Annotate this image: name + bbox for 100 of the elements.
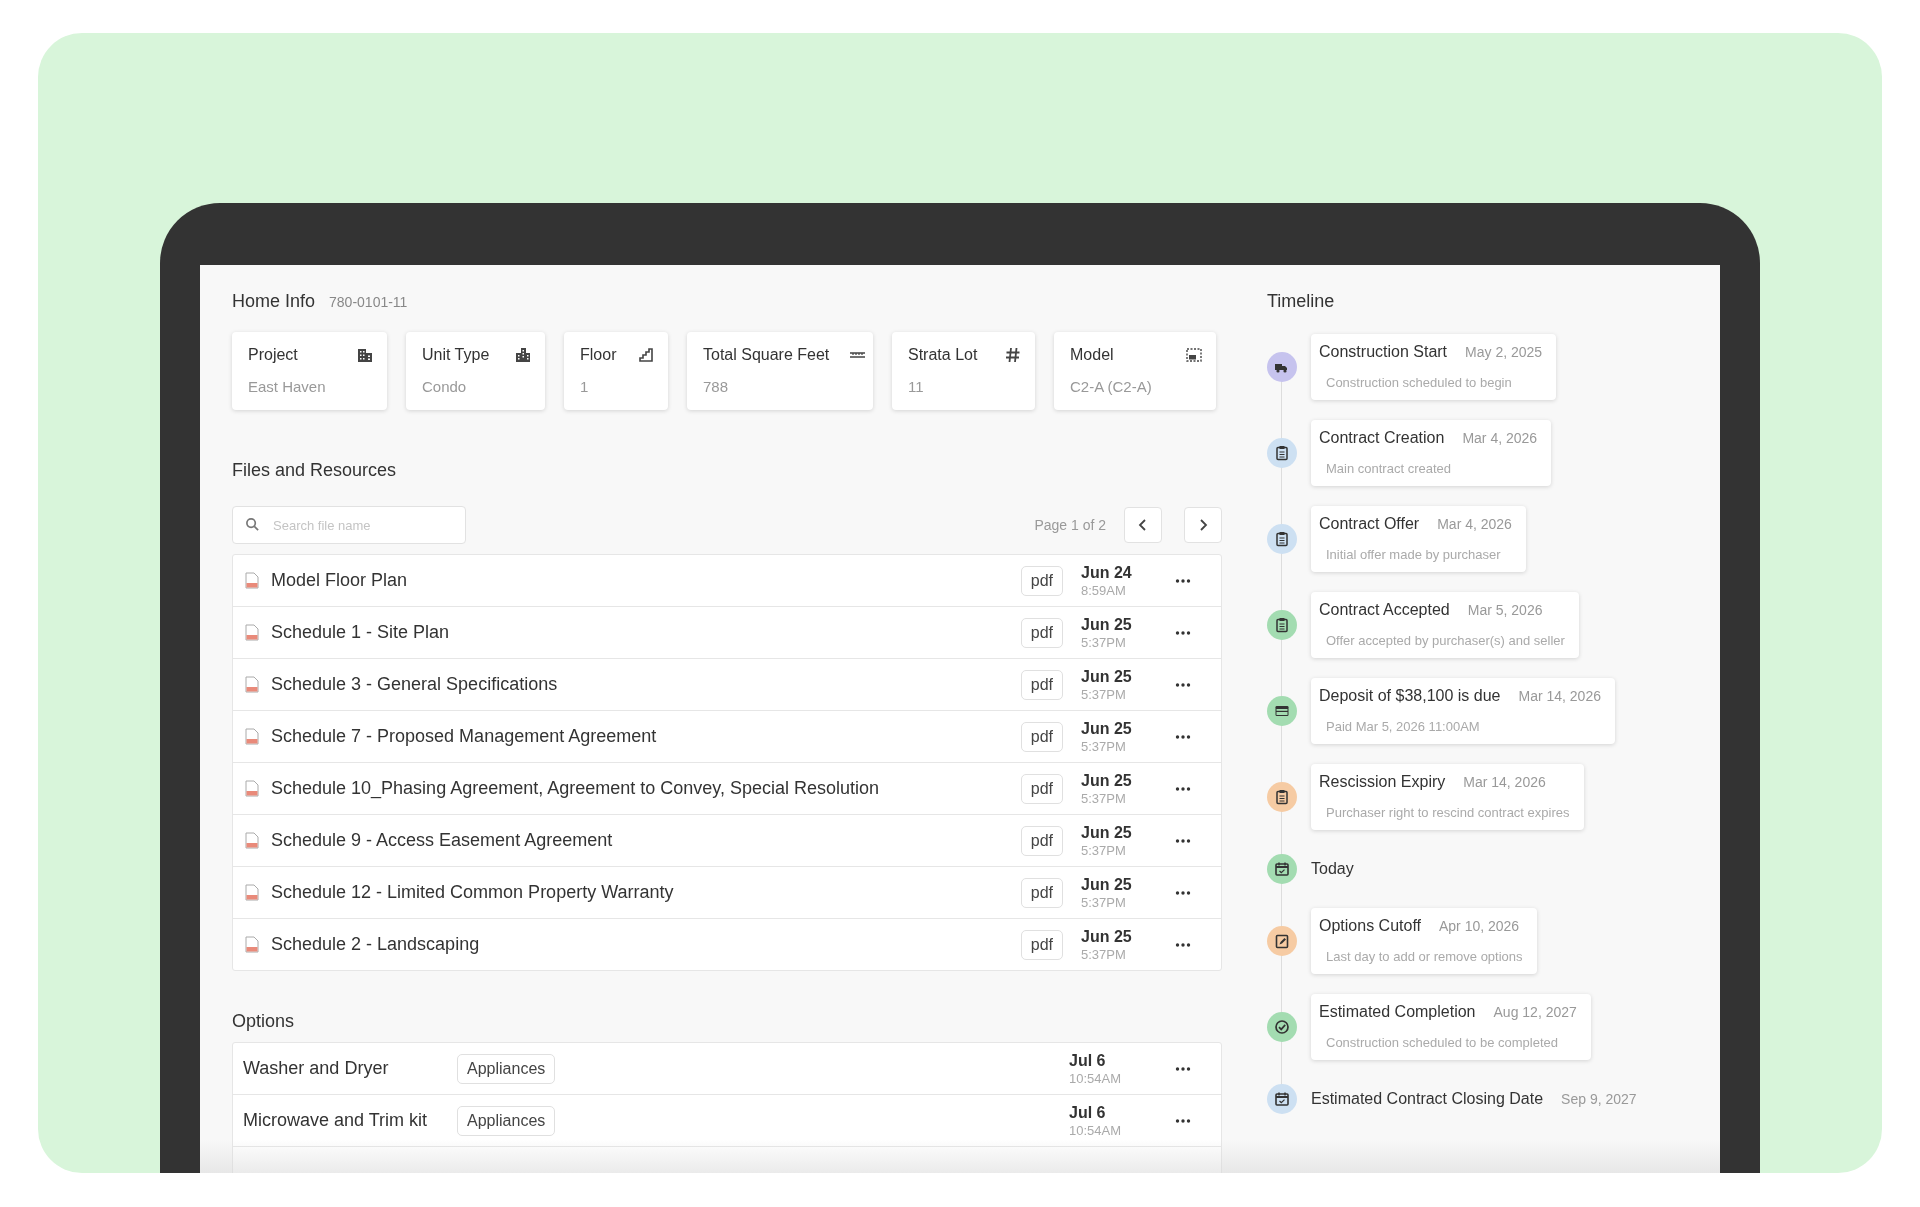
event-description: Offer accepted by purchaser(s) and seller [1325, 633, 1565, 648]
clipboard-icon [1274, 617, 1290, 633]
event-date: Sep 9, 2027 [1561, 1091, 1637, 1107]
file-name: Schedule 1 - Site Plan [271, 622, 451, 643]
card-label: Model [1070, 346, 1114, 364]
card-label: Floor [580, 346, 617, 364]
building-icon [357, 347, 373, 363]
more-icon [1175, 578, 1191, 583]
more-icon [1175, 786, 1191, 791]
event-date: Mar 14, 2026 [1518, 688, 1601, 704]
file-type-tag: pdf [1020, 773, 1063, 804]
file-name: Schedule 9 - Access Easement Agreement [271, 830, 614, 851]
section-title: Timeline [1267, 291, 1336, 312]
file-icon [245, 936, 259, 953]
event-title: Estimated Completion [1319, 1003, 1476, 1021]
file-date: Jun 25 [1081, 927, 1133, 946]
previous-page-button[interactable] [1124, 507, 1162, 543]
option-name: Washer and Dryer [243, 1058, 390, 1079]
file-name: Schedule 2 - Landscaping [271, 934, 481, 955]
clipboard-icon [1274, 789, 1290, 805]
file-name: Schedule 10_Phasing Agreement, Agreement to Convey, Special Resolution [271, 778, 881, 799]
event-description: Initial offer made by purchaser [1325, 547, 1502, 562]
page-indicator: Page 1 of 2 [1034, 517, 1106, 533]
file-date: Jun 25 [1081, 875, 1133, 894]
file-row[interactable]: Schedule 12 - Limited Common Property Warranty pdf Jun 25 5:37PM [233, 867, 1221, 919]
file-icon [245, 780, 259, 797]
file-icon [245, 572, 259, 589]
file-time: 5:37PM [1081, 738, 1127, 754]
event-date: Apr 10, 2026 [1439, 918, 1520, 934]
section-title: Files and Resources [232, 460, 398, 481]
file-date: Jun 25 [1081, 823, 1133, 842]
event-title: Construction Start [1319, 343, 1448, 361]
file-time: 5:37PM [1081, 894, 1127, 910]
card-value: 1 [580, 378, 590, 395]
clipboard-icon [1274, 531, 1290, 547]
file-time: 10:54AM [1069, 1122, 1123, 1138]
event-date: Mar 4, 2026 [1437, 516, 1512, 532]
next-page-button[interactable] [1184, 507, 1222, 543]
edit-icon [1274, 933, 1290, 949]
event-title: Contract Accepted [1319, 601, 1450, 619]
event-date: May 2, 2025 [1465, 344, 1543, 360]
file-time: 10:54AM [1069, 1070, 1123, 1086]
file-type-tag: pdf [1020, 825, 1063, 856]
file-time: 8:59AM [1081, 582, 1127, 598]
file-row[interactable]: Schedule 10_Phasing Agreement, Agreement to Convey, Special Resolution pdf Jun 25 5:37PM [233, 763, 1221, 815]
more-icon [1175, 1118, 1191, 1123]
calendar-icon [1274, 861, 1290, 877]
category-tag: Appliances [457, 1105, 556, 1136]
section-title: Options [232, 1011, 296, 1032]
calendar-icon [1274, 1091, 1290, 1107]
file-icon [245, 832, 259, 849]
file-icon [245, 728, 259, 745]
section-title: Home Info [232, 291, 316, 312]
event-title: Rescission Expiry [1319, 773, 1446, 791]
file-row[interactable]: Model Floor Plan pdf Jun 24 8:59AM [233, 555, 1221, 607]
file-row[interactable]: Schedule 2 - Landscaping pdf Jun 25 5:37PM [233, 919, 1221, 970]
option-row[interactable]: Microwave and Trim kit Appliances Jul 6 10:54AM [233, 1095, 1221, 1147]
event-description: Last day to add or remove options [1325, 949, 1523, 964]
card-label: Total Square Feet [703, 346, 830, 364]
file-row[interactable]: Schedule 9 - Access Easement Agreement pdf Jun 25 5:37PM [233, 815, 1221, 867]
file-time: 5:37PM [1081, 842, 1127, 858]
option-name: Microwave and Trim kit [243, 1110, 429, 1131]
file-type-tag: pdf [1020, 877, 1063, 908]
hash-icon [1005, 347, 1021, 363]
file-date: Jun 25 [1081, 771, 1133, 790]
file-row[interactable]: Schedule 3 - General Specifications pdf Jun 25 5:37PM [233, 659, 1221, 711]
option-row[interactable]: Washer and Dryer Appliances Jul 6 10:54AM [233, 1043, 1221, 1095]
file-row[interactable]: Schedule 7 - Proposed Management Agreement pdf Jun 25 5:37PM [233, 711, 1221, 763]
event-date: Mar 5, 2026 [1467, 602, 1543, 618]
file-type-tag: pdf [1020, 565, 1063, 596]
event-date: Mar 14, 2026 [1463, 774, 1546, 790]
card-value: East Haven [248, 378, 327, 395]
file-time: 5:37PM [1081, 634, 1127, 650]
card-value: C2-A (C2-A) [1070, 378, 1153, 395]
file-name: Schedule 7 - Proposed Management Agreement [271, 726, 658, 747]
more-icon [1175, 682, 1191, 687]
buildings-icon [515, 347, 531, 363]
file-time: 5:37PM [1081, 946, 1127, 962]
event-date: Mar 4, 2026 [1462, 430, 1538, 446]
file-row[interactable]: Schedule 1 - Site Plan pdf Jun 25 5:37PM [233, 607, 1221, 659]
file-date: Jun 24 [1081, 563, 1133, 582]
clipboard-icon [1274, 445, 1290, 461]
card-label: Project [248, 346, 298, 364]
file-icon [245, 624, 259, 641]
file-date: Jun 25 [1081, 615, 1133, 634]
search-field[interactable]: Search file name [232, 506, 466, 544]
home-code: 780-0101-11 [329, 294, 408, 310]
chevron-left-icon [1138, 519, 1148, 531]
file-icon [245, 676, 259, 693]
more-icon [1175, 942, 1191, 947]
file-time: 5:37PM [1081, 686, 1127, 702]
event-description: Construction scheduled to begin [1325, 375, 1513, 390]
credit-card-icon [1274, 703, 1290, 719]
event-title: Options Cutoff [1319, 917, 1421, 935]
card-label: Unit Type [422, 346, 490, 364]
file-icon [245, 884, 259, 901]
search-icon [245, 517, 260, 532]
event-description: Construction scheduled to be completed [1325, 1035, 1559, 1050]
file-type-tag: pdf [1020, 617, 1063, 648]
card-value: Condo [422, 378, 468, 395]
